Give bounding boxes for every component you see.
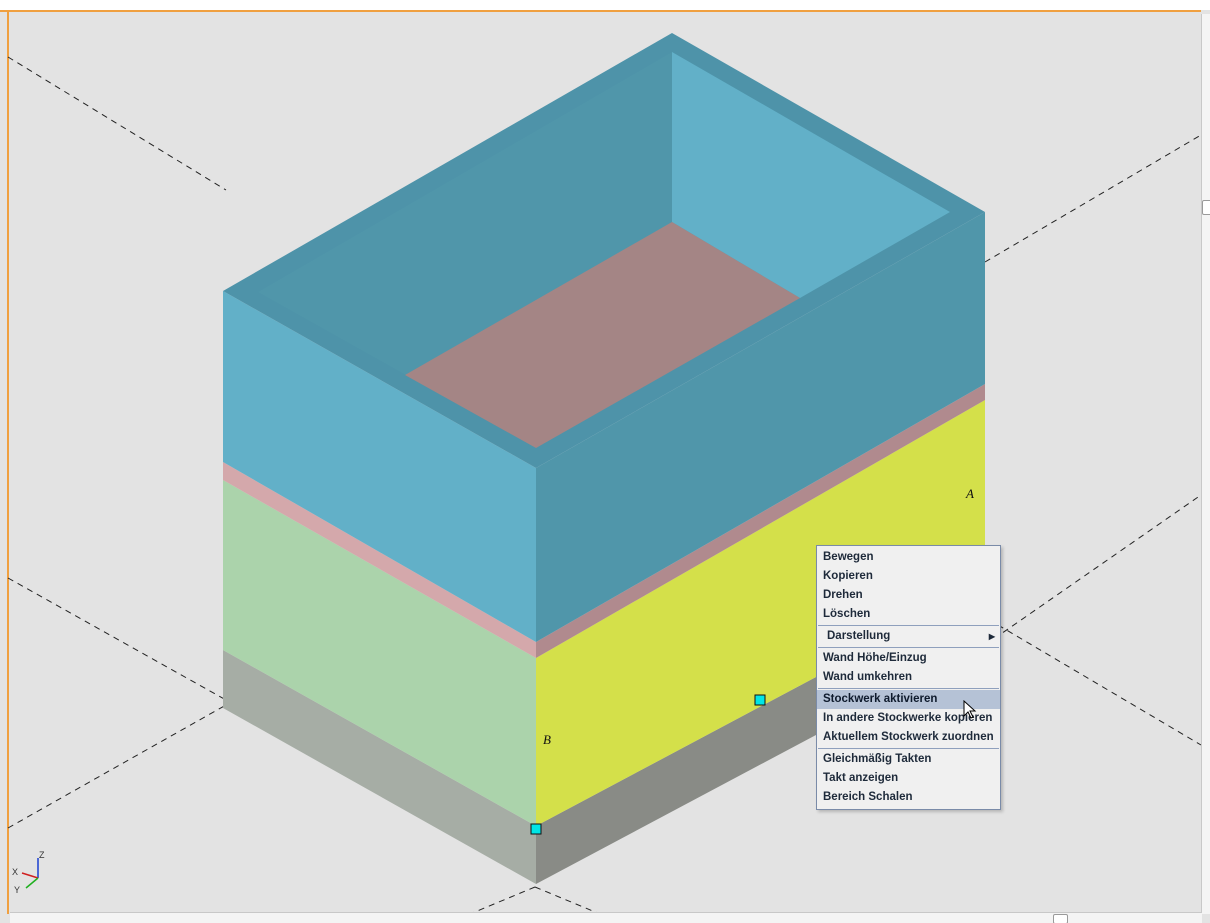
mouse-cursor-icon	[963, 700, 977, 719]
horizontal-scrollbar[interactable]	[10, 912, 1202, 923]
menu-item-label: Stockwerk aktivieren	[823, 693, 938, 705]
menu-item-label: Takt anzeigen	[823, 772, 899, 784]
menu-item-label: Kopieren	[823, 570, 873, 582]
menu-item-wand-umkehren[interactable]: Wand umkehren	[817, 668, 1000, 687]
axis-y-label: Y	[14, 885, 20, 895]
grip-handle-corner[interactable]	[530, 823, 542, 835]
menu-item-drehen[interactable]: Drehen	[817, 586, 1000, 605]
menu-item-label: Drehen	[823, 589, 863, 601]
wall-label-a: A	[965, 486, 974, 501]
wall-label-b: B	[543, 732, 551, 747]
building-model-canvas[interactable]: A B Z X Y	[0, 0, 1210, 923]
menu-item-takt-anzeigen[interactable]: Takt anzeigen	[817, 769, 1000, 788]
submenu-arrow-icon: ▶	[988, 632, 995, 641]
menu-item-label: Darstellung	[827, 630, 891, 642]
menu-separator	[818, 625, 999, 626]
horizontal-scroll-thumb[interactable]	[1053, 914, 1068, 923]
menu-item-kopieren[interactable]: Kopieren	[817, 567, 1000, 586]
menu-item-label: Bewegen	[823, 551, 874, 563]
menu-item-loeschen[interactable]: Löschen	[817, 605, 1000, 624]
grip-handle-midpoint[interactable]	[754, 694, 766, 706]
menu-separator	[818, 647, 999, 648]
menu-item-aktuellem-stockwerk-zuordnen[interactable]: Aktuellem Stockwerk zuordnen	[817, 728, 1000, 747]
context-menu: Bewegen Kopieren Drehen Löschen Darstellung ▶…	[816, 545, 1001, 810]
menu-separator	[818, 688, 999, 689]
menu-item-gleichmaessig-takten[interactable]: Gleichmäßig Takten	[817, 750, 1000, 769]
menu-separator	[818, 748, 999, 749]
menu-item-wand-hoehe-einzug[interactable]: Wand Höhe/Einzug	[817, 649, 1000, 668]
menu-item-label: Löschen	[823, 608, 871, 620]
3d-viewport[interactable]: A B Z X Y Bewegen Kopieren Drehen Löschen Da…	[0, 0, 1210, 923]
axis-x-label: X	[12, 867, 18, 877]
menu-item-label: Gleichmäßig Takten	[823, 753, 932, 765]
vertical-scrollbar[interactable]	[1201, 14, 1210, 914]
menu-item-bewegen[interactable]: Bewegen	[817, 548, 1000, 567]
menu-item-label: Bereich Schalen	[823, 791, 913, 803]
vertical-scroll-thumb[interactable]	[1202, 200, 1210, 215]
menu-item-label: Wand umkehren	[823, 671, 913, 683]
menu-item-label: Aktuellem Stockwerk zuordnen	[823, 731, 994, 743]
menu-item-darstellung[interactable]: Darstellung ▶	[817, 627, 1000, 646]
menu-item-label: Wand Höhe/Einzug	[823, 652, 927, 664]
axis-z-label: Z	[39, 850, 45, 860]
menu-item-bereich-schalen[interactable]: Bereich Schalen	[817, 788, 1000, 807]
